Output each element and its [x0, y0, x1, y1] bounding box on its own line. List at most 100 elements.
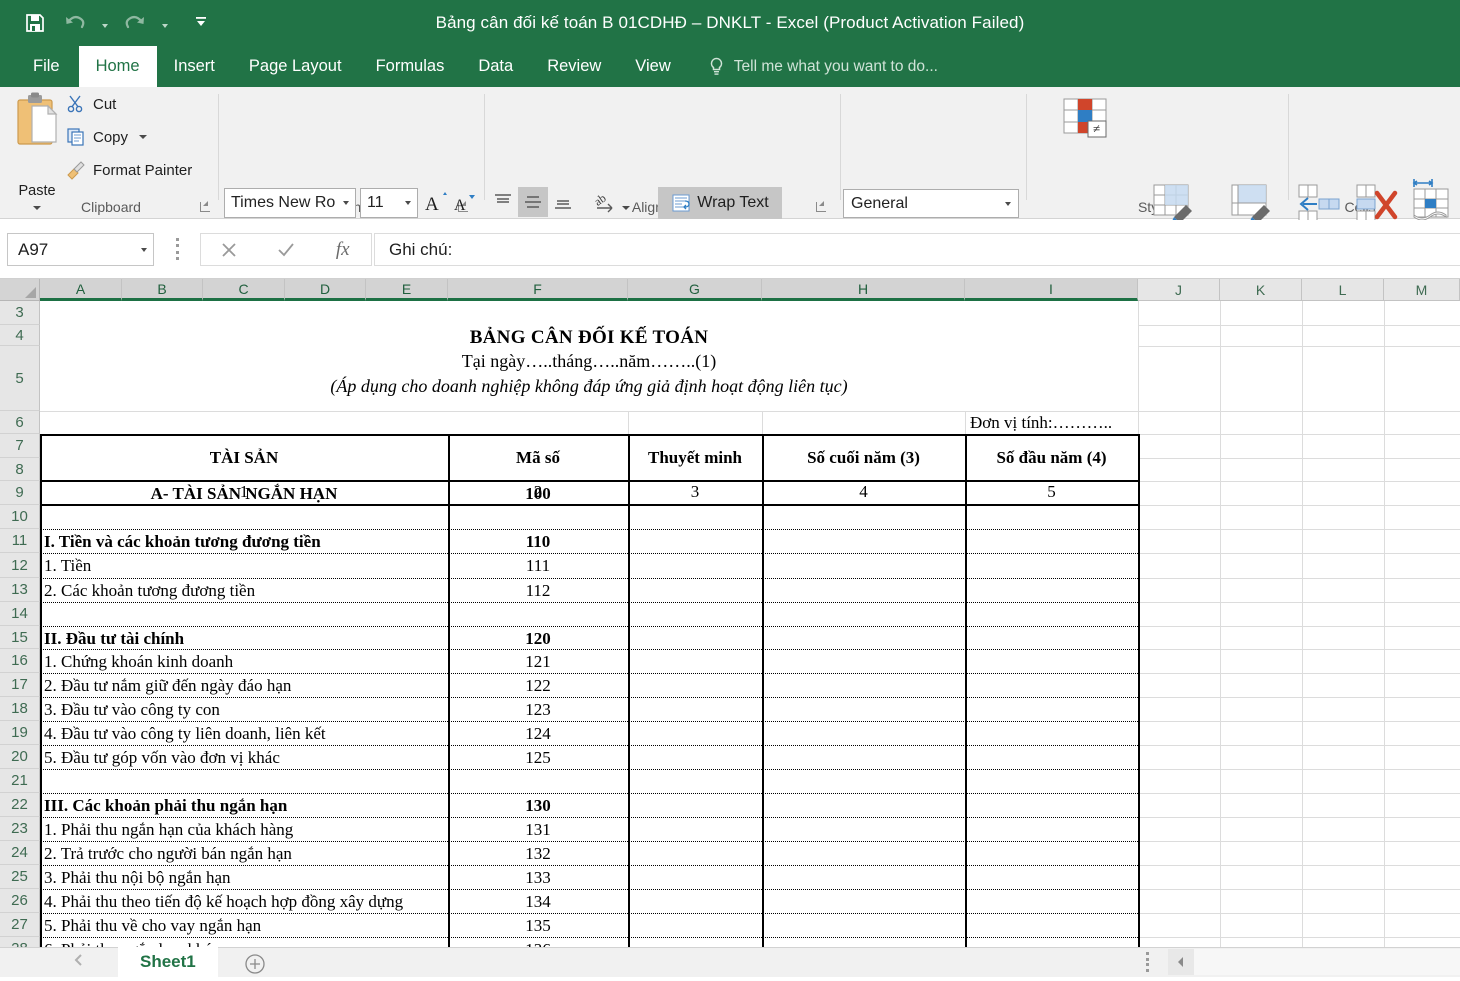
tab-view[interactable]: View: [618, 46, 687, 87]
row-header-8[interactable]: 8: [0, 458, 40, 481]
column-header-d[interactable]: D: [285, 279, 366, 301]
row-header-5[interactable]: 5: [0, 346, 40, 411]
tab-file[interactable]: File: [14, 46, 79, 87]
row-header-23[interactable]: 23: [0, 817, 40, 841]
clipboard-dialog-launcher[interactable]: [199, 200, 212, 213]
name-box-dropdown-icon[interactable]: [141, 234, 147, 265]
row-header-25[interactable]: 25: [0, 865, 40, 889]
row-header-14[interactable]: 14: [0, 602, 40, 626]
font-size-input[interactable]: 11: [360, 188, 418, 218]
row-header-27[interactable]: 27: [0, 913, 40, 937]
formula-input[interactable]: Ghi chú:: [374, 233, 1460, 266]
wrap-text-button[interactable]: Wrap Text: [658, 187, 782, 219]
formula-bar-handle[interactable]: [176, 238, 181, 260]
row-header-7[interactable]: 7: [0, 434, 40, 458]
gridline-horizontal: [1138, 578, 1460, 579]
tab-formulas[interactable]: Formulas: [359, 46, 462, 87]
sheet-tab-sheet1[interactable]: Sheet1: [118, 947, 218, 977]
column-header-a[interactable]: A: [40, 279, 122, 301]
paste-big-icon: [14, 92, 66, 155]
row-header-24[interactable]: 24: [0, 841, 40, 865]
row-header-22[interactable]: 22: [0, 793, 40, 817]
column-header-f[interactable]: F: [448, 279, 628, 301]
column-header-i[interactable]: I: [965, 279, 1138, 301]
cut-button[interactable]: Cut: [66, 94, 116, 114]
row-header-15[interactable]: 15: [0, 626, 40, 649]
format-painter-button[interactable]: Format Painter: [66, 160, 192, 180]
row-header-26[interactable]: 26: [0, 889, 40, 913]
column-header-e[interactable]: E: [366, 279, 448, 301]
tab-insert[interactable]: Insert: [157, 46, 232, 87]
row-header-28[interactable]: 28: [0, 937, 40, 947]
gridline-horizontal: [1138, 481, 1460, 482]
column-header-b[interactable]: B: [122, 279, 203, 301]
select-all-corner[interactable]: [0, 279, 40, 301]
number-format-select[interactable]: General: [843, 189, 1019, 218]
row-header-21[interactable]: 21: [0, 769, 40, 793]
copy-button[interactable]: Copy: [66, 127, 147, 147]
column-header-g[interactable]: G: [628, 279, 762, 301]
column-header-k[interactable]: K: [1220, 279, 1302, 301]
column-header-l[interactable]: L: [1302, 279, 1384, 301]
unit-label: Đơn vị tính:………..: [970, 413, 1112, 433]
row-header-10[interactable]: 10: [0, 505, 40, 529]
cell-code-row-23: 131: [448, 820, 628, 840]
sheet-title: BẢNG CÂN ĐỐI KẾ TOÁN: [40, 327, 1138, 349]
row-header-13[interactable]: 13: [0, 578, 40, 602]
column-header-c[interactable]: C: [203, 279, 285, 301]
row-header-12[interactable]: 12: [0, 553, 40, 578]
add-sheet-icon[interactable]: [243, 952, 267, 976]
confirm-formula-icon[interactable]: [258, 234, 315, 265]
horizontal-scrollbar[interactable]: [1194, 949, 1460, 975]
scroll-left-icon[interactable]: [1168, 949, 1194, 975]
name-box[interactable]: A97: [7, 233, 154, 266]
align-top-button[interactable]: [490, 189, 516, 215]
column-header-j[interactable]: J: [1138, 279, 1220, 301]
alignment-dialog-launcher[interactable]: [815, 200, 828, 213]
number-format-dropdown-icon[interactable]: [998, 190, 1018, 217]
row-header-3[interactable]: 3: [0, 301, 40, 325]
tab-page-layout[interactable]: Page Layout: [232, 46, 359, 87]
tab-review[interactable]: Review: [530, 46, 618, 87]
align-bottom-button[interactable]: [550, 189, 576, 215]
save-icon[interactable]: [18, 6, 52, 40]
increase-font-size-button[interactable]: A: [424, 190, 450, 216]
undo-dropdown-icon[interactable]: [98, 6, 112, 40]
orientation-button[interactable]: ab: [592, 189, 620, 215]
decrease-font-size-button[interactable]: A: [452, 191, 478, 217]
redo-icon[interactable]: [118, 6, 152, 40]
row-header-20[interactable]: 20: [0, 745, 40, 769]
row-header-9[interactable]: 9: [0, 481, 40, 505]
gridline-vertical: [628, 411, 629, 434]
column-header-m[interactable]: M: [1384, 279, 1460, 301]
font-size-dropdown-icon[interactable]: [398, 189, 417, 217]
row-header-18[interactable]: 18: [0, 697, 40, 721]
insert-function-icon[interactable]: fx: [314, 234, 371, 265]
redo-dropdown-icon[interactable]: [158, 6, 172, 40]
copy-dropdown-icon[interactable]: [139, 135, 147, 139]
customize-quick-access-icon[interactable]: [194, 6, 208, 40]
row-header-11[interactable]: 11: [0, 529, 40, 553]
gridline-horizontal: [1138, 913, 1460, 914]
row-header-17[interactable]: 17: [0, 673, 40, 697]
row-header-4[interactable]: 4: [0, 325, 40, 346]
tab-data[interactable]: Data: [461, 46, 530, 87]
horizontal-scroll-grip[interactable]: [1146, 952, 1151, 972]
tab-home[interactable]: Home: [79, 46, 157, 87]
table-row-separator: [40, 817, 1138, 818]
undo-icon[interactable]: [58, 6, 92, 40]
column-header-h[interactable]: H: [762, 279, 965, 301]
row-header-16[interactable]: 16: [0, 649, 40, 673]
cell-label-row-23: 1. Phải thu ngắn hạn của khách hàng: [44, 820, 293, 840]
cell-label-row-22: III. Các khoản phải thu ngắn hạn: [44, 796, 287, 816]
cells-area[interactable]: BẢNG CÂN ĐỐI KẾ TOÁNTại ngày…..tháng…..n…: [40, 301, 1460, 947]
row-header-6[interactable]: 6: [0, 411, 40, 434]
font-name-dropdown-icon[interactable]: [336, 189, 355, 217]
align-middle-button[interactable]: [518, 187, 548, 217]
cancel-formula-icon[interactable]: [201, 234, 258, 265]
previous-sheet-icon[interactable]: [72, 953, 86, 972]
orientation-dropdown-icon[interactable]: [622, 197, 630, 215]
font-name-input[interactable]: Times New Ro: [224, 188, 356, 218]
row-header-19[interactable]: 19: [0, 721, 40, 745]
tell-me-search[interactable]: Tell me what you want to do...: [688, 46, 938, 87]
